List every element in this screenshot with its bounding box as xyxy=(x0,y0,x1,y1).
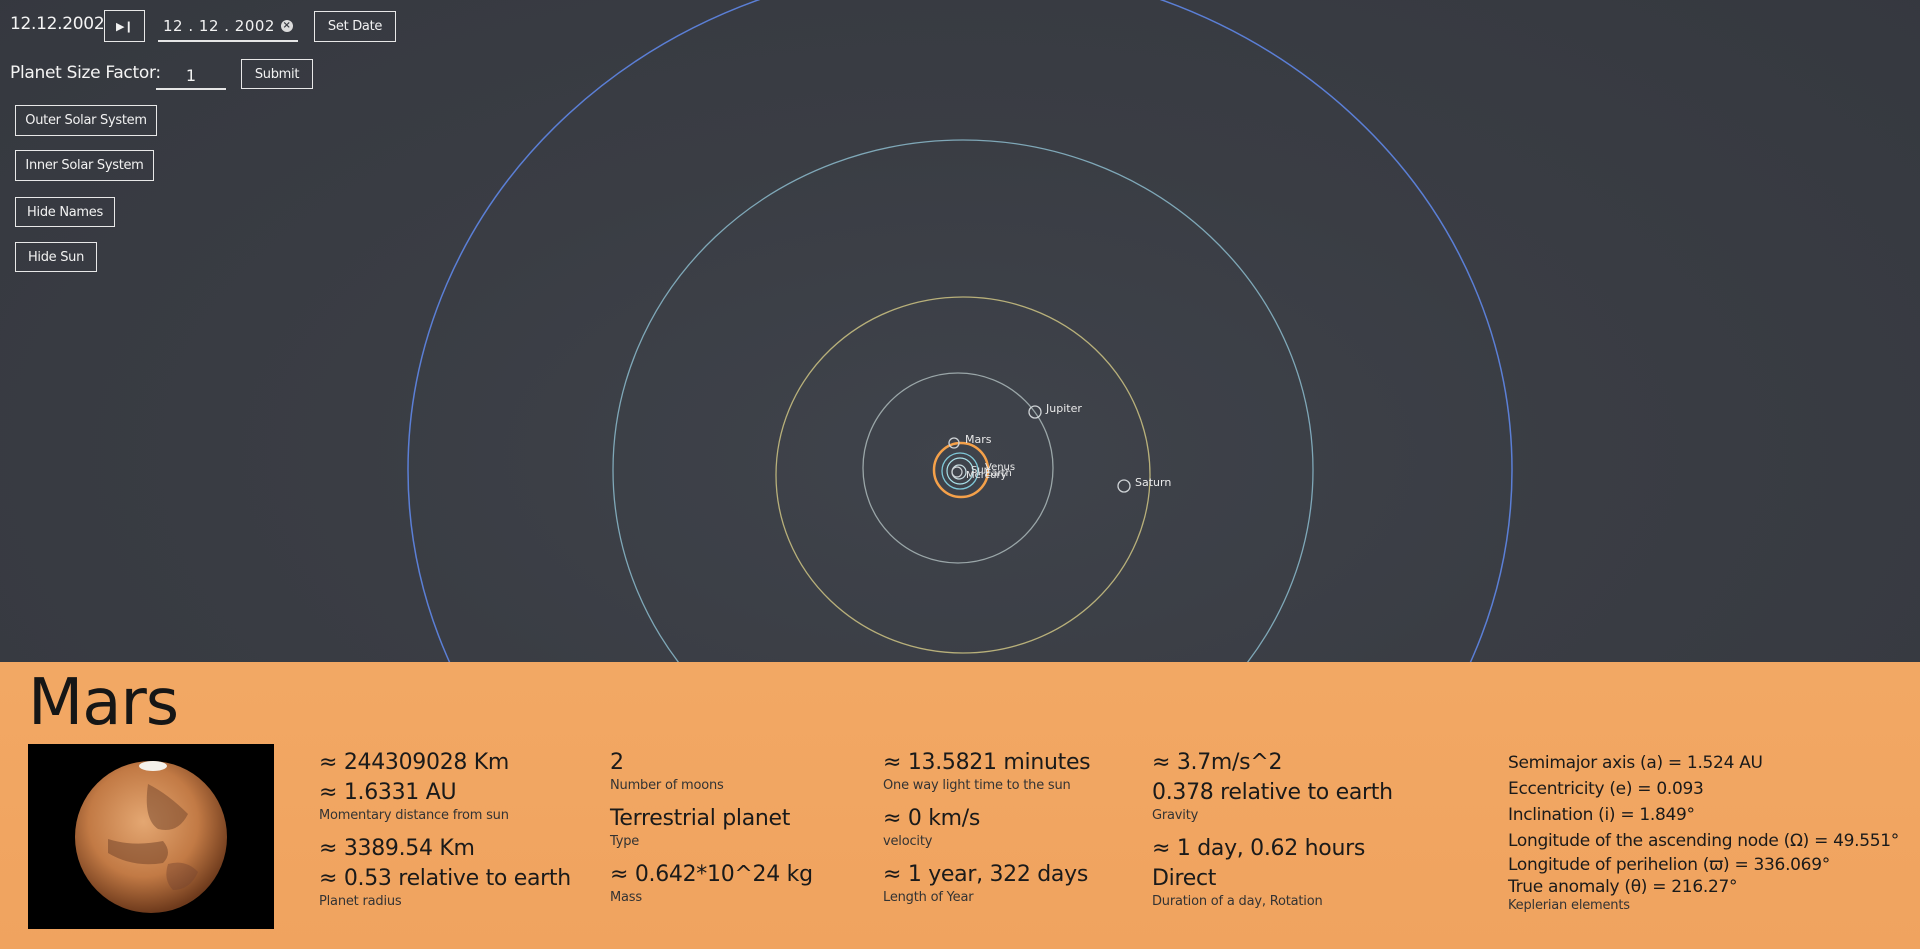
date-input-value: 12 . 12 . 2002 xyxy=(163,17,275,35)
light-time-label: One way light time to the sun xyxy=(883,778,1071,793)
submit-button[interactable]: Submit xyxy=(241,59,313,89)
planet-saturn[interactable] xyxy=(1117,479,1131,493)
velocity-value: ≈ 0 km/s xyxy=(883,806,981,831)
distance-au: ≈ 1.6331 AU xyxy=(319,780,457,805)
kep-ascending-node: Longitude of the ascending node (Ω) = 49… xyxy=(1508,831,1900,851)
kep-eccentricity: Eccentricity (e) = 0.093 xyxy=(1508,779,1704,799)
label-mercury: Mercury xyxy=(966,470,1007,481)
day-value: ≈ 1 day, 0.62 hours xyxy=(1152,836,1366,861)
set-date-button[interactable]: Set Date xyxy=(314,11,396,42)
kep-semimajor: Semimajor axis (a) = 1.524 AU xyxy=(1508,753,1763,773)
kep-perihelion: Longitude of perihelion (ϖ) = 336.069° xyxy=(1508,855,1830,875)
inner-solar-system-button[interactable]: Inner Solar System xyxy=(15,150,154,181)
gravity-relative: 0.378 relative to earth xyxy=(1152,780,1393,805)
planet-info-panel: Mars ≈ 244309028 Km ≈ 1.6331 AU Momentar… xyxy=(0,662,1920,949)
date-input[interactable]: 12 . 12 . 2002 × xyxy=(158,12,298,42)
label-mars: Mars xyxy=(965,433,992,446)
label-jupiter: Jupiter xyxy=(1045,402,1082,415)
label-saturn: Saturn xyxy=(1135,476,1171,489)
planet-image xyxy=(28,744,274,929)
distance-column: ≈ 244309028 Km ≈ 1.6331 AU Momentary dis… xyxy=(319,748,571,910)
radius-km: ≈ 3389.54 Km xyxy=(319,836,475,861)
year-label: Length of Year xyxy=(883,890,974,905)
mass-label: Mass xyxy=(610,890,642,905)
rotation-value: Direct xyxy=(1152,866,1217,891)
gravity-column: ≈ 3.7m/s^2 0.378 relative to earth Gravi… xyxy=(1152,748,1393,910)
keplerian-label: Keplerian elements xyxy=(1508,898,1630,913)
orbit-jupiter xyxy=(862,372,1054,564)
mass-value: ≈ 0.642*10^24 kg xyxy=(610,862,813,887)
distance-label: Momentary distance from sun xyxy=(319,808,509,823)
moons-value: 2 xyxy=(610,750,624,775)
motion-column: ≈ 13.5821 minutes One way light time to … xyxy=(883,748,1091,906)
clear-icon[interactable]: × xyxy=(280,20,293,32)
year-value: ≈ 1 year, 322 days xyxy=(883,862,1088,887)
solar-system-canvas[interactable]: Jupiter Saturn Mars Venus Sun Earth Merc… xyxy=(0,0,1920,662)
radius-label: Planet radius xyxy=(319,894,402,909)
hide-sun-button[interactable]: Hide Sun xyxy=(15,242,97,272)
radius-relative: ≈ 0.53 relative to earth xyxy=(319,866,571,891)
distance-km: ≈ 244309028 Km xyxy=(319,750,510,775)
kep-true-anomaly: True anomaly (θ) = 216.27° xyxy=(1508,877,1738,897)
planet-title: Mars xyxy=(28,666,179,740)
velocity-label: velocity xyxy=(883,834,933,849)
gravity-value: ≈ 3.7m/s^2 xyxy=(1152,750,1283,775)
outer-solar-system-button[interactable]: Outer Solar System xyxy=(15,105,157,136)
type-label: Type xyxy=(610,834,640,849)
hide-names-button[interactable]: Hide Names xyxy=(15,197,115,227)
size-factor-input[interactable]: 1 xyxy=(156,62,226,90)
day-label: Duration of a day, Rotation xyxy=(1152,894,1323,909)
keplerian-column: Semimajor axis (a) = 1.524 AU Eccentrici… xyxy=(1508,750,1899,914)
play-pause-button[interactable]: ▶❙ xyxy=(104,10,145,42)
moons-column: 2 Number of moons Terrestrial planet Typ… xyxy=(610,748,813,906)
moons-label: Number of moons xyxy=(610,778,724,793)
current-date: 12.12.2002 xyxy=(10,14,105,34)
size-factor-label: Planet Size Factor: xyxy=(10,63,161,83)
orbit-uranus xyxy=(612,139,1314,662)
kep-inclination: Inclination (i) = 1.849° xyxy=(1508,805,1695,825)
light-time-value: ≈ 13.5821 minutes xyxy=(883,750,1091,775)
type-value: Terrestrial planet xyxy=(610,806,791,831)
play-pause-icon: ▶❙ xyxy=(115,19,134,33)
planet-earth[interactable] xyxy=(951,466,963,478)
gravity-label: Gravity xyxy=(1152,808,1199,823)
orbit-saturn xyxy=(775,296,1151,654)
